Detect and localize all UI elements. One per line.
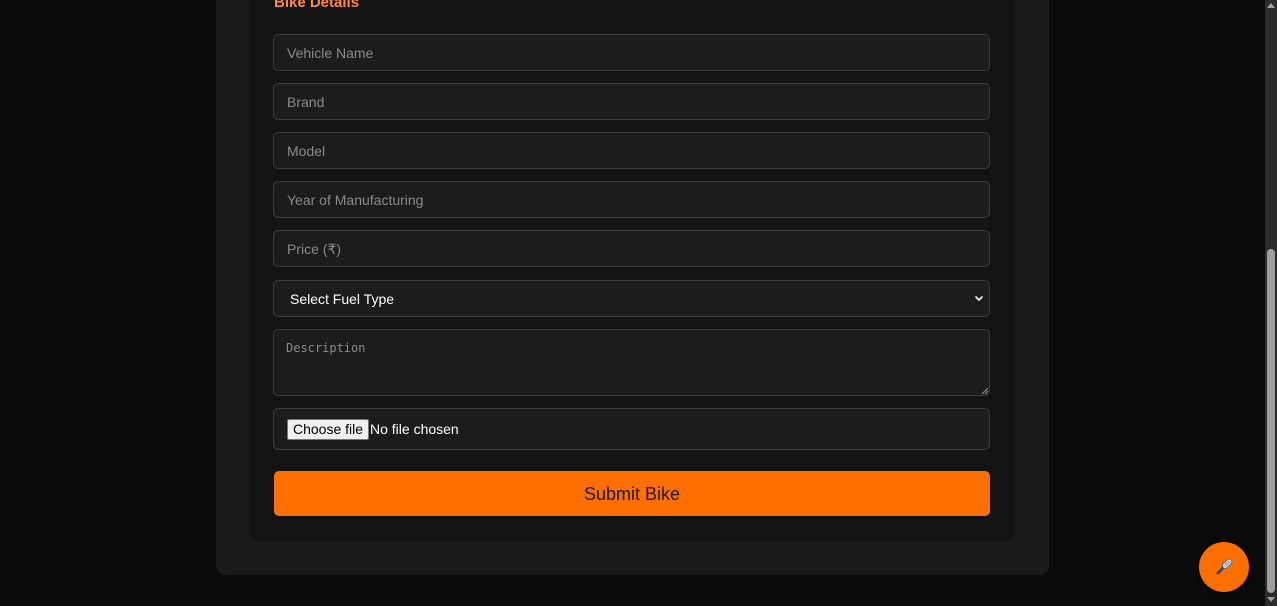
fuel-type-selected: Select Fuel Type bbox=[290, 291, 395, 307]
scrollbar-thumb[interactable] bbox=[1267, 249, 1275, 593]
bike-form-card bbox=[249, 0, 1015, 542]
scroll-up-icon[interactable] bbox=[1267, 3, 1275, 8]
fuel-type-select[interactable]: Select Fuel Type bbox=[273, 280, 990, 317]
chevron-down-icon bbox=[975, 296, 983, 301]
vehicle-name-input[interactable] bbox=[273, 34, 990, 71]
page-scrollbar[interactable] bbox=[1265, 0, 1277, 606]
submit-bike-button[interactable]: Submit Bike bbox=[274, 471, 990, 516]
resize-handle-icon[interactable] bbox=[981, 387, 989, 395]
file-status-text: No file chosen bbox=[370, 421, 459, 437]
choose-file-button[interactable]: Choose file bbox=[287, 419, 370, 440]
mic-icon bbox=[1216, 558, 1233, 575]
image-upload-field: Choose file No file chosen bbox=[273, 408, 990, 450]
description-textarea[interactable] bbox=[273, 329, 990, 396]
voice-assistant-button[interactable] bbox=[1199, 542, 1249, 592]
price-input[interactable] bbox=[273, 230, 990, 267]
year-input[interactable] bbox=[273, 181, 990, 218]
section-title: Bike Details bbox=[274, 0, 360, 11]
brand-input[interactable] bbox=[273, 83, 990, 120]
model-input[interactable] bbox=[273, 132, 990, 169]
scroll-down-icon[interactable] bbox=[1267, 597, 1275, 602]
